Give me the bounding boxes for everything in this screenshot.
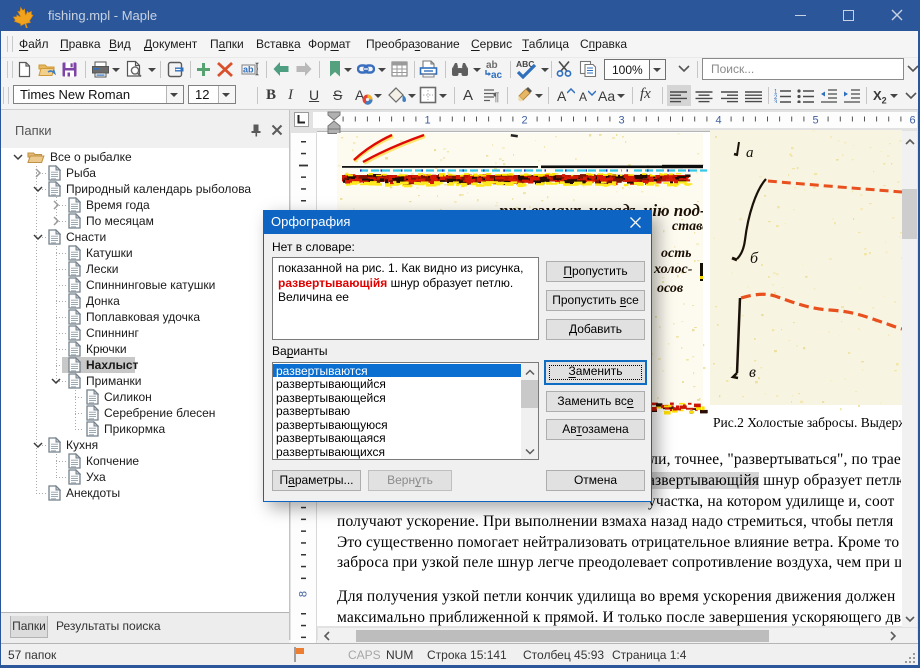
svg-text:ость: ость: [661, 246, 692, 261]
svg-text:1: 1: [424, 115, 430, 127]
svg-text:холос-: холос-: [653, 262, 693, 277]
svg-text:8: 8: [298, 591, 310, 597]
svg-text:5: 5: [812, 115, 818, 127]
svg-text:4: 4: [715, 115, 721, 127]
svg-text:Рис.2 Холостые забросы. Выдерж: Рис.2 Холостые забросы. Выдерж: [713, 415, 902, 430]
svg-text:¶: ¶: [493, 90, 499, 103]
svg-text:б: б: [750, 250, 759, 267]
svg-text:ac: ac: [491, 70, 503, 80]
svg-text:в: в: [749, 364, 756, 381]
svg-text:а: а: [746, 145, 754, 161]
svg-text:6: 6: [909, 115, 915, 127]
svg-text:става: става: [672, 219, 709, 234]
svg-text:осов: осов: [657, 281, 684, 296]
svg-text:3: 3: [774, 100, 778, 103]
svg-text:3: 3: [618, 115, 624, 127]
svg-text:2: 2: [521, 115, 527, 127]
svg-text:ab: ab: [243, 65, 254, 75]
